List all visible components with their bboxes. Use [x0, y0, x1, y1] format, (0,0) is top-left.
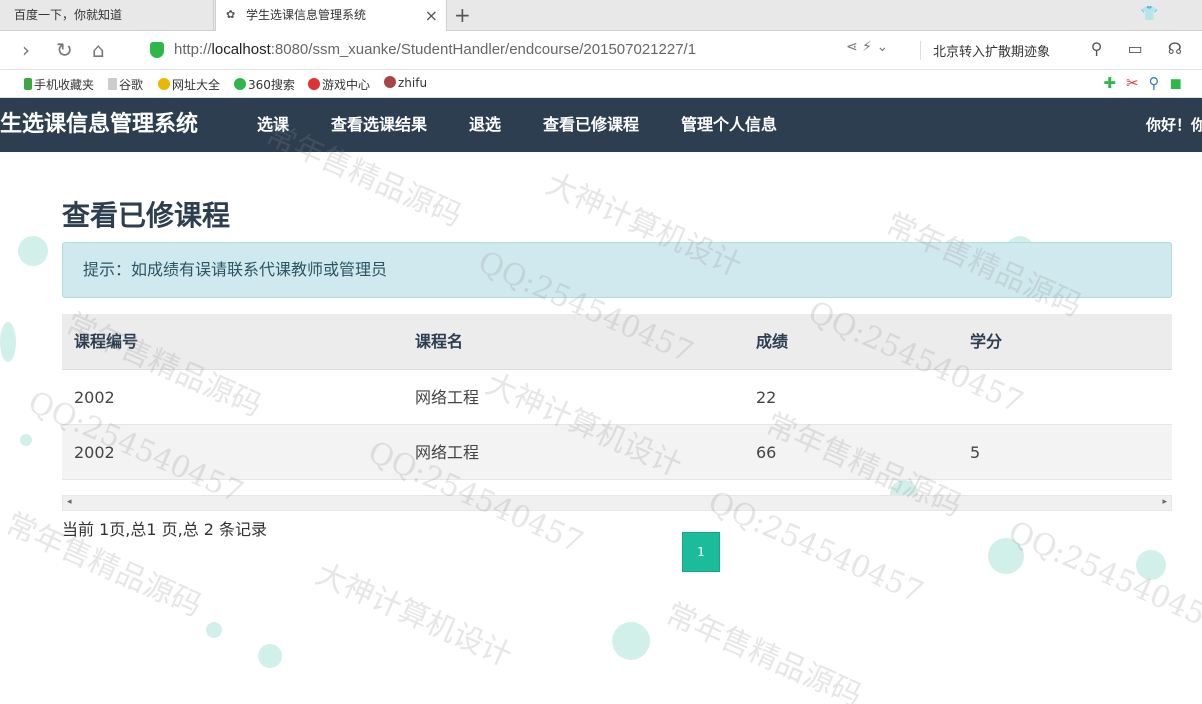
- decorative-bubble: [988, 538, 1024, 574]
- cell-course-id: 2002: [74, 388, 115, 407]
- decorative-bubble: [258, 644, 282, 668]
- new-tab-icon[interactable]: +: [454, 3, 471, 27]
- cell-credit: 5: [970, 443, 981, 462]
- cell-course-name: 网络工程: [415, 443, 480, 462]
- info-alert: 提示：如成绩有误请联系代课教师或管理员: [62, 242, 1172, 298]
- completed-courses-table: 课程编号 课程名 成绩 学分 2002 网络工程 22 2002 网络工程 66…: [62, 314, 1172, 480]
- extension-icons[interactable]: ✚✂⚲◼: [1103, 74, 1192, 92]
- decorative-bubble: [18, 236, 48, 266]
- nav-completed-courses[interactable]: 查看已修课程: [543, 98, 639, 152]
- cell-course-id: 2002: [74, 443, 115, 462]
- page-icon: [108, 78, 117, 90]
- game-icon: [308, 78, 320, 90]
- watermark: 大神计算机设计: [310, 556, 517, 674]
- refresh-icon[interactable]: ↻: [56, 38, 73, 62]
- tab-label: 百度一下，你就知道: [14, 8, 123, 22]
- cell-course-name: 网络工程: [415, 388, 480, 407]
- pagination-page-1[interactable]: 1: [682, 532, 720, 572]
- page-title: 查看已修课程: [62, 199, 231, 232]
- tab-student-system[interactable]: ✿ 学生选课信息管理系统 ×: [215, 0, 447, 32]
- search-360-icon: [234, 78, 246, 90]
- zhifu-icon: [384, 76, 396, 88]
- watermark: QQ:254540457: [1002, 514, 1202, 641]
- cell-score: 66: [756, 443, 777, 462]
- table-horizontal-scrollbar[interactable]: ◂ ▸: [62, 495, 1172, 511]
- app-navbar: 生选课信息管理系统 选课 查看选课结果 退选 查看已修课程 管理个人信息 你好！…: [0, 98, 1202, 152]
- table-row: 2002 网络工程 66 5: [62, 425, 1172, 480]
- cell-score: 22: [756, 388, 777, 407]
- url-field[interactable]: http://localhost:8080/ssm_xuanke/Student…: [150, 37, 910, 63]
- decorative-bubble: [612, 622, 650, 660]
- watermark: 常年售精品源码: [660, 596, 867, 704]
- shirt-icon[interactable]: 👕: [1141, 6, 1158, 22]
- secure-shield-icon: [150, 42, 164, 58]
- bookmarks-bar: 手机收藏夹 谷歌 网址大全 360搜索 游戏中心 zhifu ✚✂⚲◼: [0, 70, 1202, 98]
- close-tab-icon[interactable]: ×: [425, 0, 438, 31]
- scroll-right-icon[interactable]: ▸: [1162, 497, 1167, 507]
- table-row: 2002 网络工程 22: [62, 370, 1172, 425]
- col-course-name: 课程名: [415, 332, 464, 351]
- pagination-info: 当前 1页,总1 页,总 2 条记录: [62, 520, 268, 539]
- address-bar-row: › ↻ ⌂ http://localhost:8080/ssm_xuanke/S…: [0, 31, 1202, 70]
- forward-icon[interactable]: ›: [22, 38, 30, 62]
- decorative-bubble: [1136, 550, 1166, 580]
- globe-icon: [158, 78, 170, 90]
- url-host: localhost: [211, 41, 271, 58]
- col-score: 成绩: [756, 332, 789, 351]
- bookmark-zhifu[interactable]: zhifu: [384, 76, 427, 90]
- news-ticker[interactable]: 北京转入扩散期迹象: [920, 41, 1050, 60]
- url-scheme: http://: [174, 41, 212, 58]
- tab-favicon-icon: ✿: [226, 8, 236, 21]
- bookmark-360search[interactable]: 360搜索: [234, 76, 295, 93]
- share-icon[interactable]: ⋖ ⚡ ⌄: [846, 39, 888, 55]
- table-header-row: 课程编号 课程名 成绩 学分: [62, 314, 1172, 370]
- nav-select-course[interactable]: 选课: [257, 98, 289, 152]
- col-credit: 学分: [970, 332, 1003, 351]
- bookmark-google[interactable]: 谷歌: [108, 76, 143, 93]
- nav-manage-profile[interactable]: 管理个人信息: [681, 98, 777, 152]
- bookmark-games[interactable]: 游戏中心: [308, 76, 370, 93]
- url-path: :8080/ssm_xuanke/StudentHandler/endcours…: [270, 41, 697, 58]
- tab-label: 学生选课信息管理系统: [246, 8, 367, 22]
- scroll-left-icon[interactable]: ◂: [67, 497, 72, 507]
- nav-drop-course[interactable]: 退选: [469, 98, 501, 152]
- nav-view-selection-results[interactable]: 查看选课结果: [331, 98, 427, 152]
- bookmark-hao123[interactable]: 网址大全: [158, 76, 220, 93]
- tab-baidu[interactable]: 百度一下，你就知道: [0, 0, 214, 31]
- decorative-bubble: [206, 622, 222, 638]
- bookmark-mobile[interactable]: 手机收藏夹: [24, 76, 94, 93]
- app-brand[interactable]: 生选课信息管理系统: [0, 98, 198, 152]
- toolbar-icons[interactable]: ⚲ ▭ ☊: [1091, 39, 1192, 58]
- home-icon[interactable]: ⌂: [92, 38, 105, 62]
- decorative-bubble: [0, 322, 16, 362]
- user-greeting[interactable]: 你好！你: [1146, 98, 1202, 152]
- browser-tab-bar: 百度一下，你就知道 ✿ 学生选课信息管理系统 × + 👕: [0, 0, 1202, 32]
- phone-icon: [24, 78, 32, 90]
- col-course-id: 课程编号: [74, 332, 139, 351]
- decorative-bubble: [20, 434, 32, 446]
